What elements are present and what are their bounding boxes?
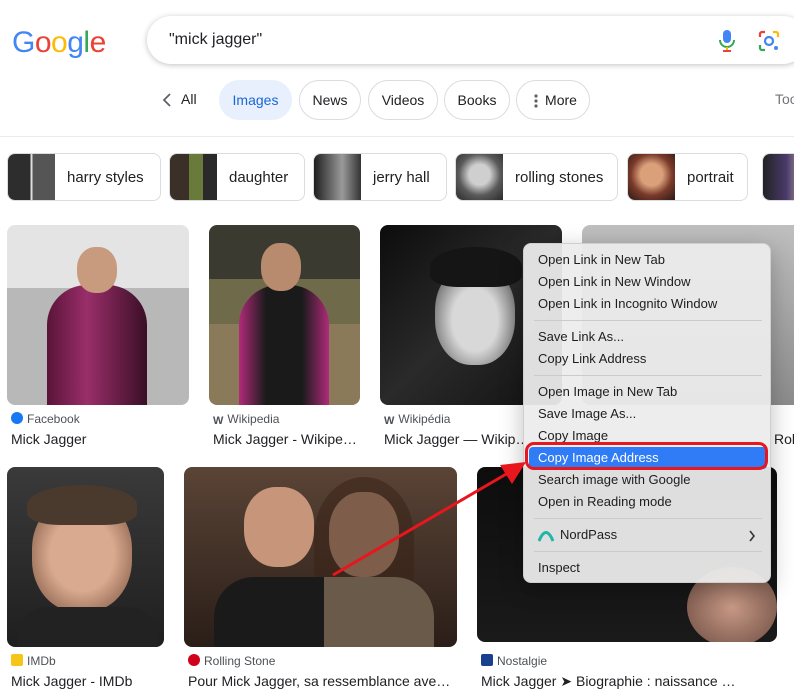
- result-image[interactable]: [7, 467, 164, 647]
- chip-rolling-stones[interactable]: rolling stones: [455, 153, 618, 201]
- logo-letter-o2: o: [51, 26, 68, 59]
- menu-open-reading-mode[interactable]: Open in Reading mode: [538, 494, 672, 509]
- context-menu: Open Link in New Tab Open Link in New Wi…: [523, 243, 771, 583]
- result-source[interactable]: Nostalgie: [481, 654, 547, 668]
- imdb-icon: [11, 654, 23, 666]
- menu-open-link-incognito[interactable]: Open Link in Incognito Window: [538, 296, 717, 311]
- logo-letter-g2: g: [67, 26, 84, 59]
- header-divider: [0, 136, 794, 137]
- image-figure: [47, 285, 147, 405]
- menu-nordpass-label: NordPass: [560, 527, 618, 542]
- chip-label: daughter: [229, 169, 289, 186]
- image-figure: [239, 285, 329, 405]
- chevron-left-icon[interactable]: [160, 90, 176, 110]
- image-shoulders: [17, 607, 157, 647]
- logo-letter-o1: o: [34, 26, 52, 59]
- chevron-right-icon: [749, 530, 756, 542]
- annotation-highlight-ring: [525, 442, 768, 470]
- chip-thumbnail: [763, 154, 794, 200]
- result-title[interactable]: Mick Jagger — Wikip…: [384, 431, 524, 447]
- source-name: Nostalgie: [497, 654, 548, 668]
- chip-daughter[interactable]: daughter: [169, 153, 305, 201]
- wikipedia-icon: W: [384, 415, 395, 427]
- image-face: [261, 243, 301, 291]
- chip-thumbnail: [456, 154, 503, 200]
- nostalgie-icon: [481, 654, 493, 666]
- chip-thumbnail: [170, 154, 217, 200]
- nordpass-icon: [538, 531, 554, 542]
- result-title[interactable]: Mick Jagger - IMDb: [11, 673, 166, 689]
- result-image[interactable]: [7, 225, 189, 405]
- tab-videos[interactable]: Videos: [368, 80, 438, 120]
- result-title[interactable]: Mick Jagger: [11, 431, 189, 447]
- menu-separator: [534, 375, 762, 376]
- more-vert-icon: [534, 94, 538, 108]
- tab-books[interactable]: Books: [444, 80, 510, 120]
- tools-button[interactable]: Too: [775, 91, 794, 107]
- result-source[interactable]: IMDb: [11, 654, 56, 668]
- microphone-icon[interactable]: [718, 29, 736, 53]
- menu-nordpass[interactable]: NordPass: [538, 527, 617, 542]
- source-name: Rolling Stone: [204, 654, 276, 668]
- result-source[interactable]: Facebook: [11, 412, 80, 426]
- chip-thumbnail: [314, 154, 361, 200]
- menu-inspect[interactable]: Inspect: [538, 560, 580, 575]
- menu-open-link-new-window[interactable]: Open Link in New Window: [538, 274, 690, 289]
- result-image[interactable]: [184, 467, 457, 647]
- chip-label: jerry hall: [373, 169, 430, 186]
- menu-separator: [534, 551, 762, 552]
- result-source[interactable]: W Wikipédia: [384, 412, 450, 427]
- google-logo[interactable]: Google: [12, 26, 106, 60]
- chip-thumbnail: [8, 154, 55, 200]
- chip-label: portrait: [687, 169, 734, 186]
- wikipedia-icon: W: [213, 415, 224, 427]
- menu-search-image-google[interactable]: Search image with Google: [538, 472, 690, 487]
- facebook-icon: [11, 412, 23, 424]
- chip-partial[interactable]: [762, 153, 794, 201]
- menu-open-image-new-tab[interactable]: Open Image in New Tab: [538, 384, 677, 399]
- result-title[interactable]: Mick Jagger - Wikipe…: [213, 431, 363, 447]
- google-lens-icon[interactable]: [757, 29, 781, 53]
- result-source[interactable]: Rolling Stone: [188, 654, 275, 668]
- result-title[interactable]: Pour Mick Jagger, sa ressemblance ave…: [188, 673, 456, 689]
- tab-more-label: More: [545, 92, 577, 108]
- chip-label: rolling stones: [515, 169, 604, 186]
- search-input[interactable]: "mick jagger": [169, 31, 262, 49]
- rolling-stone-icon: [188, 654, 200, 666]
- image-face: [77, 247, 117, 293]
- menu-separator: [534, 320, 762, 321]
- source-name: IMDb: [27, 654, 56, 668]
- logo-letter-g: G: [12, 26, 35, 59]
- source-name: Wikipédia: [398, 412, 451, 426]
- search-box[interactable]: "mick jagger": [147, 16, 794, 64]
- image-bodies: [214, 577, 434, 647]
- menu-open-link-new-tab[interactable]: Open Link in New Tab: [538, 252, 665, 267]
- chip-thumbnail: [628, 154, 675, 200]
- menu-save-image-as[interactable]: Save Image As...: [538, 406, 636, 421]
- chip-label: harry styles: [67, 169, 144, 186]
- chip-portrait[interactable]: portrait: [627, 153, 748, 201]
- menu-separator: [534, 518, 762, 519]
- image-hair: [430, 247, 522, 287]
- result-source[interactable]: W Wikipedia: [213, 412, 279, 427]
- result-title[interactable]: Mick Jagger ➤ Biographie : naissance …: [481, 673, 781, 690]
- tab-all[interactable]: All: [181, 91, 197, 107]
- result-image[interactable]: [209, 225, 360, 405]
- result-title[interactable]: Rol: [774, 431, 794, 447]
- tab-news[interactable]: News: [299, 80, 361, 120]
- logo-letter-e: e: [89, 26, 107, 59]
- image-face-left: [244, 487, 314, 567]
- menu-copy-link-address[interactable]: Copy Link Address: [538, 351, 646, 366]
- search-tabs: All Images News Videos Books More Too: [0, 80, 794, 120]
- image-hair: [27, 485, 137, 525]
- chip-harry-styles[interactable]: harry styles: [7, 153, 161, 201]
- source-name: Facebook: [27, 412, 80, 426]
- menu-save-link-as[interactable]: Save Link As...: [538, 329, 624, 344]
- menu-copy-image[interactable]: Copy Image: [538, 428, 608, 443]
- source-name: Wikipedia: [227, 412, 280, 426]
- tab-images[interactable]: Images: [219, 80, 292, 120]
- tab-more[interactable]: More: [516, 80, 590, 120]
- google-images-page: Google "mick jagger" All Images News Vid…: [0, 0, 794, 698]
- chip-jerry-hall[interactable]: jerry hall: [313, 153, 447, 201]
